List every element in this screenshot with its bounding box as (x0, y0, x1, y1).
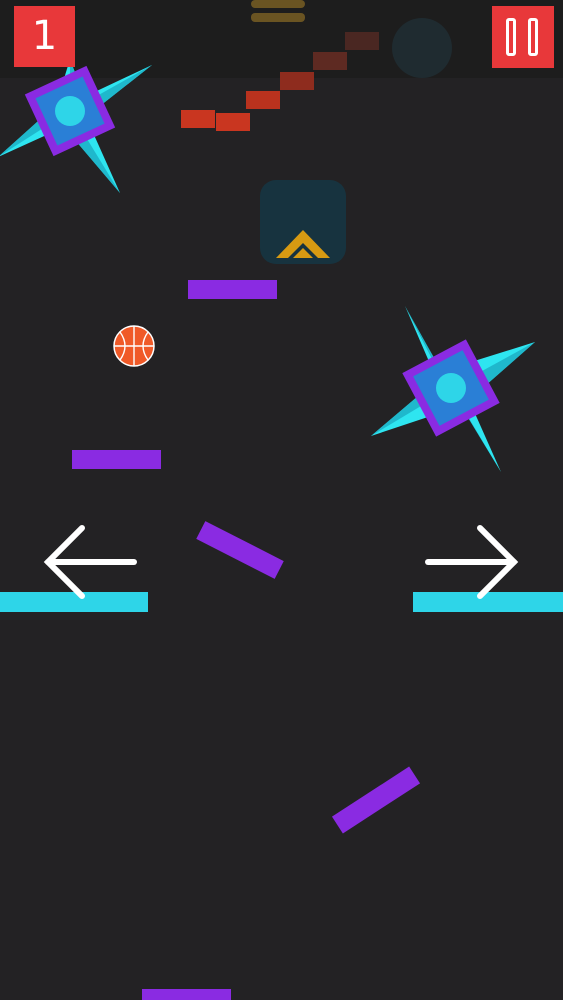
tilted-plank (196, 521, 284, 579)
move-left-button[interactable] (42, 524, 138, 600)
brick (280, 72, 314, 90)
decor-layer (0, 0, 535, 834)
pause-button[interactable] (492, 6, 554, 68)
tray-stack-icon (251, 0, 305, 22)
score-counter: 1 (14, 6, 75, 67)
move-right-button[interactable] (424, 524, 520, 600)
flat-plank (188, 280, 277, 299)
brick (246, 91, 280, 109)
tilted-plank (331, 766, 421, 834)
faint-orb (392, 18, 452, 78)
flat-plank (142, 989, 231, 1000)
arrow-left-icon (43, 525, 137, 599)
brick-stairs (181, 32, 379, 131)
brick (313, 52, 347, 70)
shuriken-hazard (0, 59, 152, 193)
brick (345, 32, 379, 50)
pause-icon (528, 18, 538, 56)
basketball (113, 325, 155, 367)
arrow-right-icon (425, 525, 519, 599)
pause-icon (506, 18, 516, 56)
flat-plank (72, 450, 161, 469)
brick (181, 110, 215, 128)
game-stage: 1 (0, 0, 563, 1000)
boost-pad (260, 180, 346, 264)
shuriken-hazard (371, 306, 535, 472)
brick (216, 113, 250, 131)
